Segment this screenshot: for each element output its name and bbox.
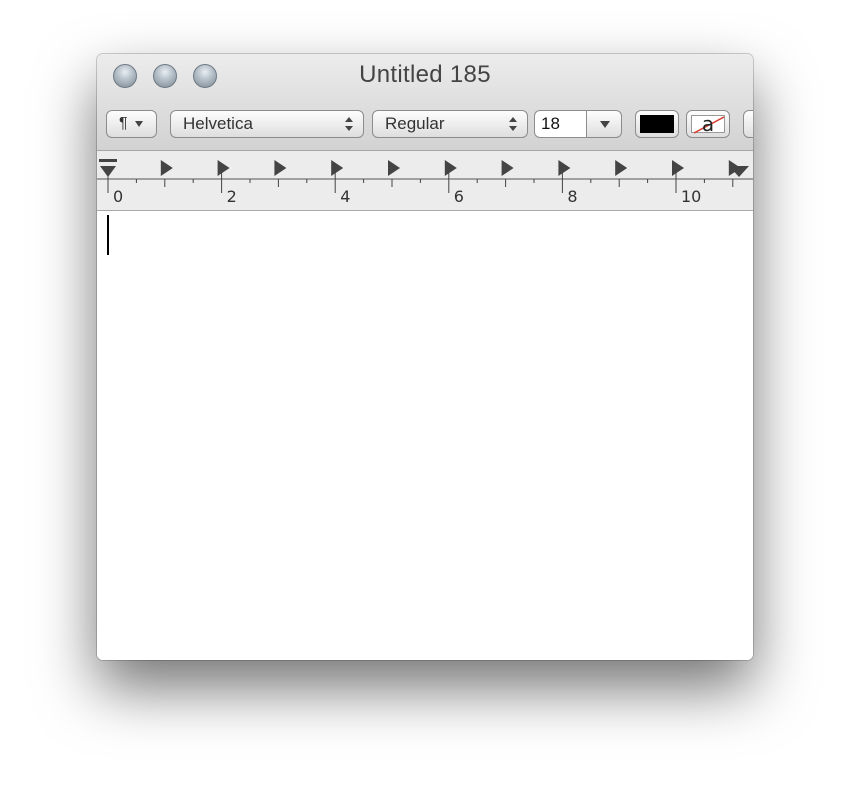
ruler-label: 4 bbox=[340, 187, 350, 206]
chevron-down-icon bbox=[135, 121, 143, 127]
tab-stop-icon bbox=[501, 160, 514, 176]
tab-stop-icon bbox=[160, 160, 173, 176]
window-title: Untitled 185 bbox=[359, 61, 491, 88]
tab-stop-icon bbox=[331, 160, 344, 176]
highlight-swatch: a bbox=[691, 112, 725, 136]
text-color-swatch bbox=[640, 115, 674, 133]
document-editor[interactable] bbox=[97, 211, 753, 660]
pilcrow-icon: ¶ bbox=[119, 115, 128, 132]
tab-stop-icon bbox=[672, 160, 684, 176]
ruler-scale[interactable]: 0 2 4 6 8 10 bbox=[97, 151, 753, 210]
ruler-label: 10 bbox=[681, 187, 701, 206]
highlight-letter: a bbox=[701, 112, 715, 136]
overflow-toolbar-button[interactable] bbox=[743, 110, 753, 138]
tab-stop-icon bbox=[444, 160, 457, 176]
ruler-label: 0 bbox=[113, 187, 123, 206]
font-size-field[interactable]: 18 bbox=[534, 110, 586, 138]
updown-arrows-icon bbox=[509, 117, 517, 131]
text-cursor bbox=[107, 215, 109, 255]
tab-stop-icon bbox=[615, 160, 628, 176]
updown-arrows-icon bbox=[345, 117, 353, 131]
left-indent-icon bbox=[100, 166, 116, 177]
first-line-indent-icon bbox=[99, 159, 117, 162]
ruler-label: 2 bbox=[227, 187, 237, 206]
text-color-well[interactable] bbox=[635, 110, 679, 138]
font-family-label: Helvetica bbox=[183, 114, 253, 133]
tab-stop-icon bbox=[274, 160, 287, 176]
tab-stop-icon bbox=[217, 160, 230, 176]
font-size-dropdown-button[interactable] bbox=[586, 110, 622, 138]
highlight-color-well[interactable]: a bbox=[686, 110, 730, 138]
tab-stop-icon bbox=[558, 160, 571, 176]
textedit-window: Untitled 185 ¶ Helvetica Regular 18 a 0 … bbox=[97, 54, 753, 660]
font-family-popup[interactable]: Helvetica bbox=[170, 110, 364, 138]
title-bar[interactable]: Untitled 185 ¶ Helvetica Regular 18 a bbox=[97, 54, 753, 151]
font-style-popup[interactable]: Regular bbox=[372, 110, 528, 138]
ruler-label: 6 bbox=[454, 187, 464, 206]
font-style-label: Regular bbox=[385, 114, 445, 133]
ruler[interactable]: 0 2 4 6 8 10 bbox=[97, 151, 753, 211]
tab-stop-icon bbox=[388, 160, 400, 176]
paragraph-styles-button[interactable]: ¶ bbox=[106, 110, 157, 138]
chevron-down-icon bbox=[600, 121, 610, 128]
ruler-label: 8 bbox=[567, 187, 577, 206]
